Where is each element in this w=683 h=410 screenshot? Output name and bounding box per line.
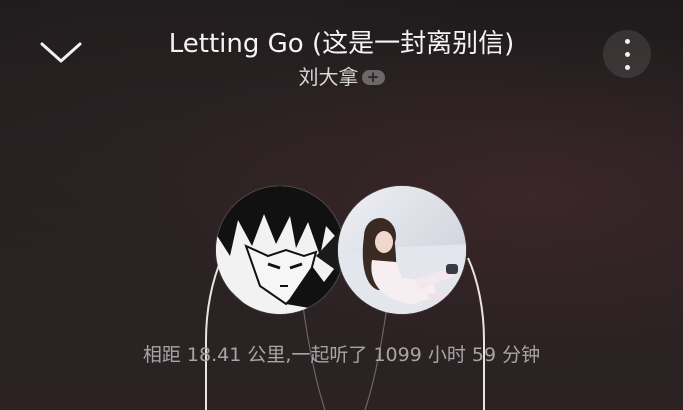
avatar-right[interactable] <box>338 186 466 314</box>
avatar-girl-snow <box>338 186 466 314</box>
chevron-down-icon <box>40 42 82 63</box>
avatar-left[interactable] <box>216 186 344 314</box>
more-vertical-icon <box>624 38 630 44</box>
song-title: Letting Go (这是一封离别信) <box>168 29 515 59</box>
listen-together-stats: 相距 18.41 公里,一起听了 1099 小时 59 分钟 <box>142 344 541 366</box>
follow-artist-button[interactable]: + <box>361 69 385 85</box>
more-options-button[interactable] <box>603 30 651 78</box>
artist-name[interactable]: 刘大拿 <box>299 64 359 90</box>
artist-row: 刘大拿 + <box>0 64 683 90</box>
avatar-anime-boy <box>216 186 344 314</box>
collapse-button[interactable] <box>38 36 84 66</box>
